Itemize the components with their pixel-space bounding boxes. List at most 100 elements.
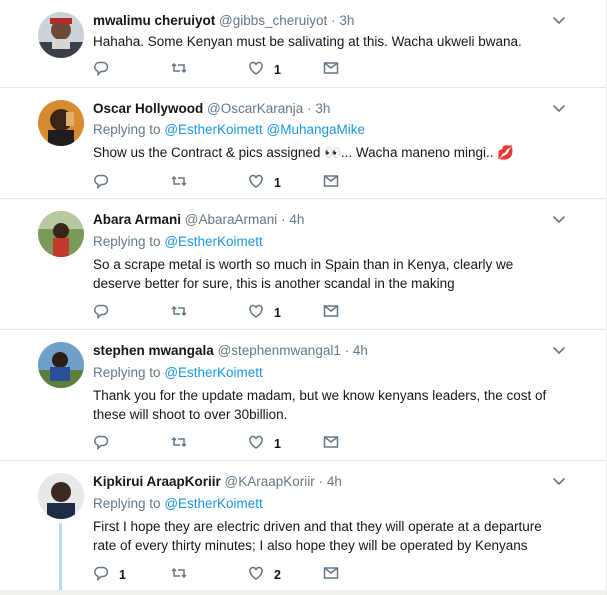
author-name[interactable]: Kipkirui AraapKoriir bbox=[93, 474, 221, 489]
like-button[interactable]: 1 bbox=[248, 304, 281, 322]
tweet-text: Thank you for the update madam, but we k… bbox=[93, 388, 547, 422]
retweet-button[interactable] bbox=[171, 435, 197, 453]
replying-to: Replying to @EstherKoimett @MuhangaMike bbox=[93, 122, 365, 137]
direct-message-button[interactable] bbox=[323, 61, 339, 79]
separator-dot: · bbox=[331, 13, 336, 28]
author-handle[interactable]: @gibbs_cheruiyot bbox=[219, 13, 327, 28]
chevron-down-icon[interactable] bbox=[551, 12, 567, 28]
direct-message-button[interactable] bbox=[323, 174, 339, 192]
tweet-card[interactable]: Abara Armani @AbaraArmani · 4h Replying … bbox=[0, 199, 607, 330]
avatar[interactable] bbox=[38, 473, 84, 519]
reply-timeline: mwalimu cheruiyot @gibbs_cheruiyot · 3h … bbox=[0, 0, 607, 595]
thread-connector-line bbox=[59, 523, 62, 590]
retweet-button[interactable] bbox=[171, 304, 197, 322]
reply-button[interactable] bbox=[93, 61, 119, 79]
replying-to-handles[interactable]: @EstherKoimett @MuhangaMike bbox=[164, 122, 365, 137]
direct-message-icon bbox=[323, 173, 339, 194]
chevron-down-icon[interactable] bbox=[551, 342, 567, 358]
retweet-icon bbox=[171, 434, 187, 455]
author-handle[interactable]: @OscarKaranja bbox=[207, 101, 303, 116]
author-handle[interactable]: @stephenmwangal1 bbox=[218, 343, 341, 358]
separator-dot: · bbox=[344, 343, 350, 358]
like-button[interactable]: 1 bbox=[248, 435, 281, 453]
timestamp[interactable]: 4h bbox=[327, 474, 342, 489]
tweet-header: stephen mwangala @stephenmwangal1 · 4h bbox=[93, 342, 547, 359]
tweet-card[interactable]: stephen mwangala @stephenmwangal1 · 4h R… bbox=[0, 330, 607, 461]
retweet-icon bbox=[171, 173, 187, 194]
like-count: 2 bbox=[274, 568, 281, 582]
reply-button[interactable] bbox=[93, 174, 119, 192]
tweet-text: Show us the Contract & pics assigned 👀..… bbox=[93, 145, 515, 160]
bottom-strip bbox=[0, 590, 607, 595]
reply-button[interactable] bbox=[93, 435, 119, 453]
author-name[interactable]: stephen mwangala bbox=[93, 343, 214, 358]
replying-to-label: Replying to bbox=[93, 122, 161, 137]
separator-dot: · bbox=[307, 101, 312, 116]
replying-to-handles[interactable]: @EstherKoimett bbox=[164, 234, 263, 249]
author-name[interactable]: Abara Armani bbox=[93, 212, 181, 227]
replying-to-label: Replying to bbox=[93, 496, 161, 511]
like-count: 1 bbox=[274, 306, 281, 320]
retweet-icon bbox=[171, 60, 187, 81]
like-count: 1 bbox=[274, 437, 281, 451]
replying-to-label: Replying to bbox=[93, 234, 161, 249]
tweet-actions: 1 bbox=[93, 435, 353, 453]
tweet-card[interactable]: Kipkirui AraapKoriir @KAraapKoriir · 4h … bbox=[0, 461, 607, 590]
retweet-icon bbox=[171, 303, 187, 324]
replying-to-handles[interactable]: @EstherKoimett bbox=[164, 365, 263, 380]
like-icon bbox=[248, 303, 264, 324]
like-button[interactable]: 2 bbox=[248, 566, 281, 584]
author-name[interactable]: Oscar Hollywood bbox=[93, 101, 203, 116]
tweet-actions: 1 bbox=[93, 61, 353, 79]
chevron-down-icon[interactable] bbox=[551, 211, 567, 227]
reply-button[interactable]: 1 bbox=[93, 566, 126, 584]
author-handle[interactable]: @KAraapKoriir bbox=[225, 474, 315, 489]
tweet-actions: 1 bbox=[93, 304, 353, 322]
separator-dot: · bbox=[281, 212, 286, 227]
like-icon bbox=[248, 565, 264, 586]
retweet-button[interactable] bbox=[171, 61, 197, 79]
like-button[interactable]: 1 bbox=[248, 61, 281, 79]
direct-message-icon bbox=[323, 565, 339, 586]
replying-to: Replying to @EstherKoimett bbox=[93, 496, 263, 511]
replying-to-handles[interactable]: @EstherKoimett bbox=[164, 496, 263, 511]
direct-message-button[interactable] bbox=[323, 566, 339, 584]
timestamp[interactable]: 3h bbox=[315, 101, 330, 116]
like-button[interactable]: 1 bbox=[248, 174, 281, 192]
avatar[interactable] bbox=[38, 100, 84, 146]
like-count: 1 bbox=[274, 63, 281, 77]
direct-message-button[interactable] bbox=[323, 304, 339, 322]
separator-dot: · bbox=[318, 474, 324, 489]
reply-icon bbox=[93, 60, 109, 81]
reply-icon bbox=[93, 303, 109, 324]
tweet-text: First I hope they are electric driven an… bbox=[93, 519, 542, 553]
tweet-card[interactable]: mwalimu cheruiyot @gibbs_cheruiyot · 3h … bbox=[0, 0, 607, 88]
timestamp[interactable]: 3h bbox=[339, 13, 354, 28]
chevron-down-icon[interactable] bbox=[551, 473, 567, 489]
tweet-actions: 1 bbox=[93, 174, 353, 192]
retweet-button[interactable] bbox=[171, 174, 197, 192]
avatar[interactable] bbox=[38, 342, 84, 388]
author-name[interactable]: mwalimu cheruiyot bbox=[93, 13, 215, 28]
tweet-card[interactable]: Oscar Hollywood @OscarKaranja · 3h Reply… bbox=[0, 88, 607, 199]
avatar[interactable] bbox=[38, 12, 84, 58]
tweet-header: mwalimu cheruiyot @gibbs_cheruiyot · 3h bbox=[93, 12, 547, 29]
reply-icon bbox=[93, 565, 109, 586]
direct-message-button[interactable] bbox=[323, 435, 339, 453]
author-handle[interactable]: @AbaraArmani bbox=[185, 212, 278, 227]
tweet-text: Hahaha. Some Kenyan must be salivating a… bbox=[93, 34, 522, 49]
retweet-icon bbox=[171, 565, 187, 586]
replying-to: Replying to @EstherKoimett bbox=[93, 234, 263, 249]
reply-button[interactable] bbox=[93, 304, 119, 322]
timestamp[interactable]: 4h bbox=[289, 212, 304, 227]
avatar[interactable] bbox=[38, 211, 84, 257]
chevron-down-icon[interactable] bbox=[551, 100, 567, 116]
tweet-header: Abara Armani @AbaraArmani · 4h bbox=[93, 211, 547, 228]
like-icon bbox=[248, 60, 264, 81]
like-icon bbox=[248, 434, 264, 455]
tweet-header: Kipkirui AraapKoriir @KAraapKoriir · 4h bbox=[93, 473, 547, 490]
replying-to: Replying to @EstherKoimett bbox=[93, 365, 263, 380]
tweet-header: Oscar Hollywood @OscarKaranja · 3h bbox=[93, 100, 547, 117]
retweet-button[interactable] bbox=[171, 566, 197, 584]
timestamp[interactable]: 4h bbox=[353, 343, 368, 358]
